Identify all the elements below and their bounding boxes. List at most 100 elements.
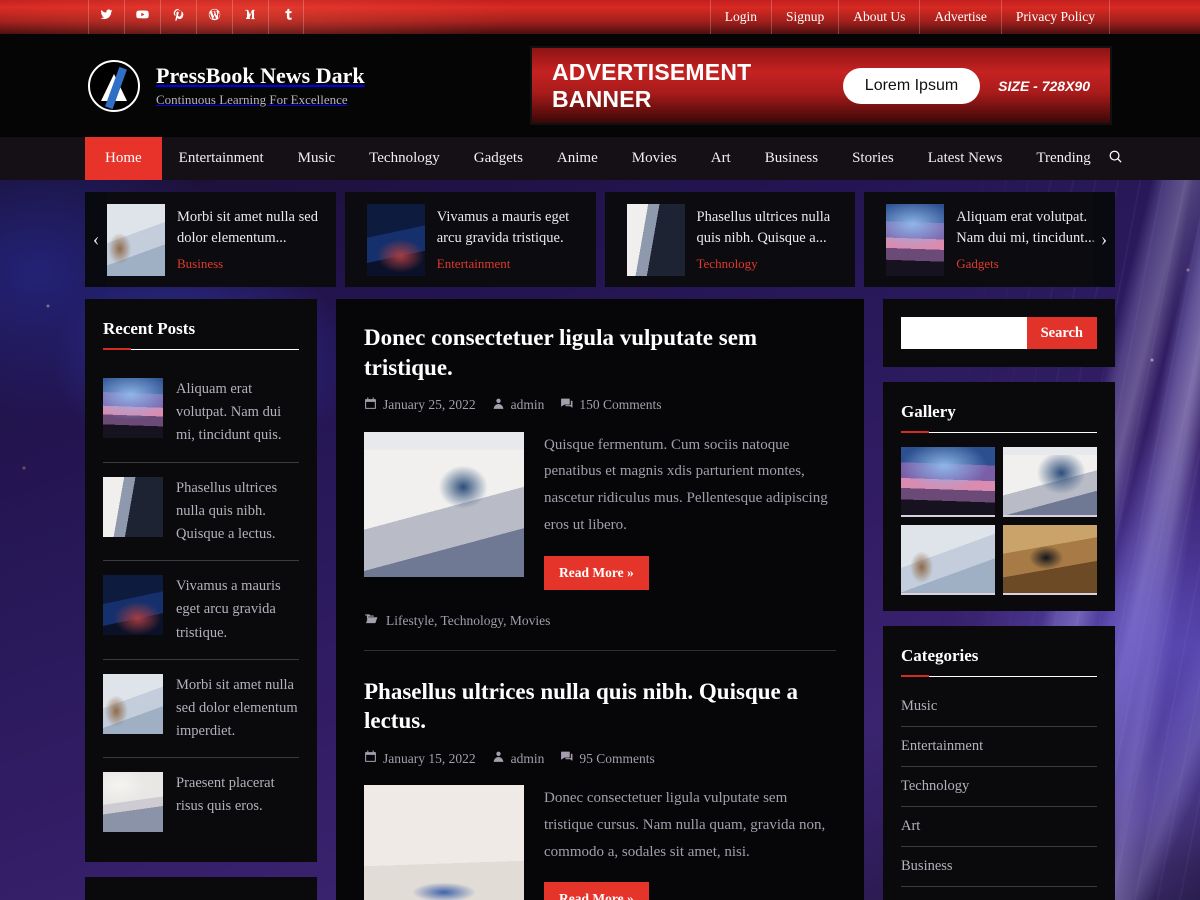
recent-post-item[interactable]: Aliquam erat volutpat. Nam dui mi, tinci…	[103, 364, 299, 463]
article-author-text[interactable]: admin	[511, 751, 545, 767]
advertisement-banner[interactable]: ADVERTISEMENT BANNER Lorem Ipsum SIZE - …	[530, 46, 1112, 125]
nav-item-latest-news[interactable]: Latest News	[911, 137, 1020, 180]
category-item-business[interactable]: Business	[901, 847, 1097, 887]
nav-item-technology[interactable]: Technology	[352, 137, 457, 180]
category-item-technology[interactable]: Technology	[901, 767, 1097, 807]
article-list: Donec consectetuer ligula vulputate sem …	[336, 299, 864, 900]
gallery-thumbnail[interactable]	[901, 447, 995, 517]
top-link-privacy-policy[interactable]: Privacy Policy	[1001, 0, 1110, 34]
article-author: admin	[492, 397, 545, 414]
recent-post-item[interactable]: Vivamus a mauris eget arcu gravida trist…	[103, 561, 299, 660]
slide-title: Vivamus a mauris eget arcu gravida trist…	[437, 207, 586, 249]
article-excerpt: Quisque fermentum. Cum sociis natoque pe…	[544, 432, 836, 539]
social-link-twitter[interactable]	[88, 0, 124, 34]
search-button[interactable]: Search	[1027, 317, 1097, 349]
recent-post-thumbnail	[103, 477, 163, 537]
widget-archives: Archives	[85, 877, 317, 900]
top-link-about-us[interactable]: About Us	[838, 0, 919, 34]
category-item-music[interactable]: Music	[901, 687, 1097, 727]
category-item-entertainment[interactable]: Entertainment	[901, 727, 1097, 767]
article-title[interactable]: Phasellus ultrices nulla quis nibh. Quis…	[364, 677, 836, 737]
article-categories-text[interactable]: Lifestyle, Technology, Movies	[386, 613, 550, 629]
masthead: PressBook News Dark Continuous Learning …	[0, 34, 1200, 137]
nav-item-entertainment[interactable]: Entertainment	[162, 137, 281, 180]
nav-item-art[interactable]: Art	[694, 137, 748, 180]
nav-item-stories[interactable]: Stories	[835, 137, 911, 180]
read-more-button[interactable]: Read More »	[544, 556, 649, 590]
article-meta: January 15, 2022 admin 95	[364, 750, 836, 767]
carousel-prev-button[interactable]: ‹	[85, 192, 107, 287]
read-more-button[interactable]: Read More »	[544, 882, 649, 900]
gallery-grid	[901, 447, 1097, 595]
top-nav-links: Login Signup About Us Advertise Privacy …	[710, 0, 1110, 34]
social-link-medium[interactable]	[232, 0, 268, 34]
slide-thumbnail	[107, 204, 165, 276]
social-link-tumblr[interactable]	[268, 0, 304, 34]
slide-category[interactable]: Technology	[697, 256, 846, 272]
site-tagline: Continuous Learning For Excellence	[156, 92, 365, 108]
top-link-login[interactable]: Login	[710, 0, 771, 34]
page-root: Login Signup About Us Advertise Privacy …	[0, 0, 1200, 900]
article-comments-text[interactable]: 95 Comments	[579, 751, 654, 767]
slide-category[interactable]: Entertainment	[437, 256, 586, 272]
nav-item-anime[interactable]: Anime	[540, 137, 615, 180]
slide-title: Morbi sit amet nulla sed dolor elementum…	[177, 207, 326, 249]
category-item-art[interactable]: Art	[901, 807, 1097, 847]
slide-thumbnail	[886, 204, 944, 276]
nav-item-movies[interactable]: Movies	[615, 137, 694, 180]
calendar-icon	[364, 397, 377, 414]
youtube-icon	[136, 8, 149, 26]
carousel-slide[interactable]: Aliquam erat volutpat. Nam dui mi, tinci…	[864, 192, 1115, 287]
widget-gallery: Gallery	[883, 382, 1115, 611]
folder-icon	[364, 612, 378, 630]
nav-item-gadgets[interactable]: Gadgets	[457, 137, 540, 180]
nav-item-trending[interactable]: Trending	[1019, 137, 1107, 180]
nav-item-business[interactable]: Business	[748, 137, 835, 180]
social-link-youtube[interactable]	[124, 0, 160, 34]
ad-banner-button[interactable]: Lorem Ipsum	[843, 68, 980, 104]
pinterest-icon	[172, 8, 185, 26]
site-brand[interactable]: PressBook News Dark Continuous Learning …	[88, 60, 365, 112]
widget-title-recent-posts: Recent Posts	[103, 319, 299, 350]
carousel-slide[interactable]: Morbi sit amet nulla sed dolor elementum…	[85, 192, 336, 287]
slide-title: Aliquam erat volutpat. Nam dui mi, tinci…	[956, 207, 1105, 249]
ad-banner-size: SIZE - 728X90	[998, 78, 1090, 94]
widget-search: Search	[883, 299, 1115, 367]
carousel-next-button[interactable]: ›	[1093, 192, 1115, 287]
article-comments-text[interactable]: 150 Comments	[579, 397, 661, 413]
slide-category[interactable]: Business	[177, 256, 326, 272]
carousel-slide[interactable]: Vivamus a mauris eget arcu gravida trist…	[345, 192, 596, 287]
nav-item-music[interactable]: Music	[281, 137, 353, 180]
left-sidebar: Recent Posts Aliquam erat volutpat. Nam …	[85, 299, 317, 900]
gallery-thumbnail[interactable]	[901, 525, 995, 595]
widget-categories: Categories Music Entertainment Technolog…	[883, 626, 1115, 900]
search-input[interactable]	[901, 317, 1027, 349]
article-thumbnail[interactable]	[364, 432, 524, 577]
recent-post-item[interactable]: Phasellus ultrices nulla quis nibh. Quis…	[103, 463, 299, 562]
recent-post-title: Phasellus ultrices nulla quis nibh. Quis…	[176, 477, 299, 547]
top-link-advertise[interactable]: Advertise	[919, 0, 1000, 34]
slide-category[interactable]: Gadgets	[956, 256, 1105, 272]
social-link-pinterest[interactable]	[160, 0, 196, 34]
article-meta: January 25, 2022 admin 150	[364, 397, 836, 414]
article-thumbnail[interactable]	[364, 785, 524, 900]
nav-search-toggle[interactable]	[1108, 137, 1125, 180]
main-menu: Home Entertainment Music Technology Gadg…	[85, 137, 1108, 180]
top-bar: Login Signup About Us Advertise Privacy …	[0, 0, 1200, 34]
carousel-slide[interactable]: Phasellus ultrices nulla quis nibh. Quis…	[605, 192, 856, 287]
ad-banner-title: ADVERTISEMENT BANNER	[552, 59, 825, 113]
nav-item-home[interactable]: Home	[85, 137, 162, 180]
recent-post-thumbnail	[103, 575, 163, 635]
recent-post-item[interactable]: Praesent placerat risus quis eros.	[103, 758, 299, 846]
search-icon	[1108, 149, 1123, 169]
gallery-thumbnail[interactable]	[1003, 525, 1097, 595]
gallery-thumbnail[interactable]	[1003, 447, 1097, 517]
article-title[interactable]: Donec consectetuer ligula vulputate sem …	[364, 323, 836, 383]
article-card: Donec consectetuer ligula vulputate sem …	[364, 323, 836, 650]
recent-post-thumbnail	[103, 378, 163, 438]
featured-carousel: ‹ Morbi sit amet nulla sed dolor element…	[85, 192, 1115, 287]
recent-post-item[interactable]: Morbi sit amet nulla sed dolor elementum…	[103, 660, 299, 759]
social-link-wordpress[interactable]	[196, 0, 232, 34]
top-link-signup[interactable]: Signup	[771, 0, 838, 34]
article-author-text[interactable]: admin	[511, 397, 545, 413]
